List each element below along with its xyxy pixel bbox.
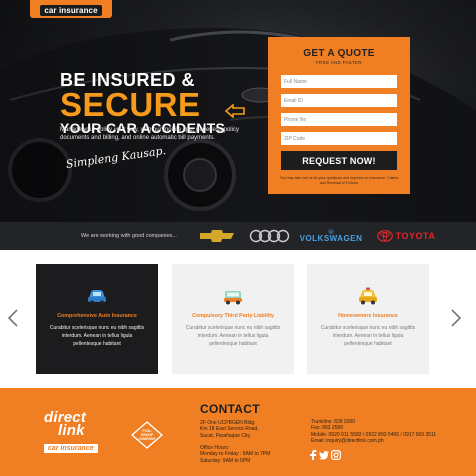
product-title: Comprehensive Auto Insurance (57, 313, 137, 319)
full-name-input[interactable] (281, 75, 397, 88)
site-logo[interactable]: car insurance (30, 0, 112, 18)
quote-title: GET A QUOTE (303, 48, 375, 59)
instagram-icon[interactable] (331, 450, 341, 460)
mobile-text[interactable]: Mobile: 0920 911 5582 / 0922 893 5465 / … (311, 432, 436, 438)
blue-car-icon (88, 290, 106, 305)
toyota-text: TOYOTA (395, 231, 436, 241)
office-hours-line: Saturday: 9AM to 5PM (200, 457, 251, 464)
footer-logo[interactable]: direct link car insurance (44, 410, 122, 457)
product-card-ctpl[interactable]: Compulsory Third Party Liability Curabit… (172, 264, 294, 374)
office-hours: Office Hours: Monday to Friday : 8AM to … (200, 445, 270, 464)
audi-logo-icon (249, 229, 290, 243)
arrow-left-icon (225, 104, 245, 118)
zip-code-input[interactable] (281, 132, 397, 145)
volkswagen-logo: VOLKSWAGEN (300, 229, 362, 243)
product-card-homeowners[interactable]: Homeowners Insurance Curabitur scelerisq… (307, 264, 429, 374)
footer-logo-line-2: link (58, 422, 85, 439)
product-title: Compulsory Third Party Liability (192, 313, 274, 319)
quote-note: You may also call us for your questions … (279, 176, 399, 185)
yellow-car-icon (359, 287, 377, 305)
product-description: Curabitur scelerisque nunc eu nibh sagit… (320, 325, 416, 347)
contact-heading: CONTACT (200, 402, 260, 416)
quote-form: GET A QUOTE FREE AND FASTER REQUEST NOW!… (268, 37, 410, 194)
contact-address: 2F One UCPBGEN Bldg. Km 18 East Service … (200, 420, 259, 439)
address-line: Km 18 East Service Road, (200, 426, 259, 433)
office-hours-line: Monday to Friday : 8AM to 7PM (200, 451, 271, 458)
footer-logo-line-3: car insurance (44, 444, 98, 453)
partners-label: We are working with good companies... (81, 233, 177, 239)
toyota-emblem-icon (376, 230, 393, 242)
quote-subtitle: FREE AND FASTER (316, 60, 362, 65)
contact-numbers: Trunkline: 828 2000 Fax: 893 2589 Mobile… (311, 419, 436, 444)
phone-input[interactable] (281, 113, 397, 126)
product-card-comprehensive[interactable]: Comprehensive Auto Insurance Curabitur s… (36, 264, 158, 374)
request-now-button[interactable]: REQUEST NOW! (281, 151, 397, 170)
pcsl-badge: PCSL GROUP COMPANY (130, 421, 164, 449)
chevron-right-icon (451, 309, 462, 327)
product-description: Curabitur scelerisque nunc eu nibh sagit… (49, 325, 145, 347)
carousel-prev-arrow[interactable] (7, 308, 19, 328)
pcsl-badge-text: PCSL GROUP COMPANY (138, 429, 156, 441)
hero-description: Manage your policy your way, with our mo… (60, 127, 239, 141)
email-input[interactable] (281, 94, 397, 107)
site-logo-text: car insurance (40, 5, 102, 16)
toyota-logo: TOYOTA (372, 229, 440, 243)
green-car-icon (224, 291, 242, 305)
email-text[interactable]: Email: inquiry@directlink.com.ph (311, 438, 436, 444)
headline-line-2: SECURE (60, 86, 201, 123)
facebook-icon[interactable] (308, 450, 318, 460)
product-description: Curabitur scelerisque nunc eu nibh sagit… (185, 325, 281, 347)
carousel-next-arrow[interactable] (450, 308, 462, 328)
chevrolet-logo-icon (200, 230, 234, 242)
address-line: Sucat, Parañaque City (200, 432, 251, 439)
product-title: Homeowners Insurance (338, 313, 398, 319)
chevron-left-icon (7, 309, 18, 327)
twitter-icon[interactable] (319, 450, 329, 460)
volkswagen-text: VOLKSWAGEN (299, 234, 363, 243)
